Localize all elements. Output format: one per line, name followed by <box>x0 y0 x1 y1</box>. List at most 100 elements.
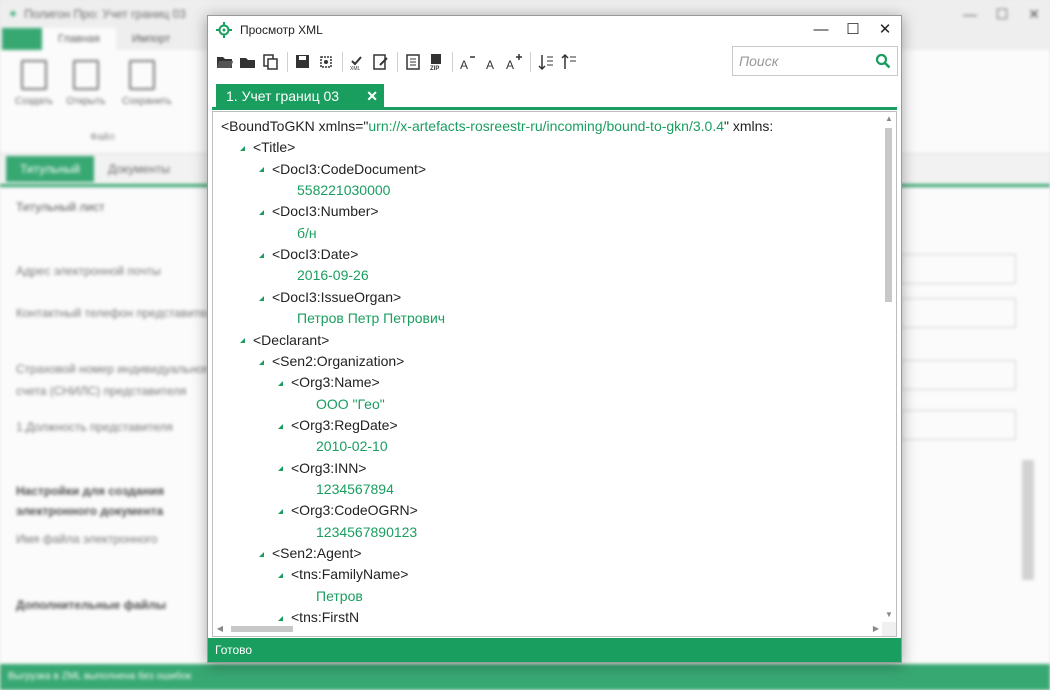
xml-tag: <tns:FirstN <box>291 609 360 622</box>
scroll-down-icon[interactable]: ▼ <box>882 608 896 622</box>
expand-triangle-icon[interactable] <box>240 338 245 344</box>
xml-node-line[interactable]: <DocI3:IssueOrgan> <box>259 287 401 308</box>
tab-close-icon[interactable]: ✕ <box>366 84 378 108</box>
scroll-right-icon[interactable]: ▶ <box>869 622 883 636</box>
expand-triangle-icon[interactable] <box>259 551 264 557</box>
xml-node-line[interactable]: <Sen2:Agent> <box>259 543 362 564</box>
dialog-titlebar[interactable]: Просмотр XML — ☐ ✕ <box>208 16 901 44</box>
close-button[interactable]: ✕ <box>869 16 901 44</box>
expand-all-button[interactable] <box>535 51 556 73</box>
bg-doc-tab-title[interactable]: Титульный <box>6 156 95 182</box>
expand-triangle-icon[interactable] <box>278 466 283 472</box>
bg-status-bar: Выгрузка в ZML выполнена без ошибок <box>0 664 1050 690</box>
zip-button[interactable]: ZIP <box>425 51 446 73</box>
xml-node-line[interactable]: <Sen2:Organization> <box>259 351 404 372</box>
xml-node-line[interactable]: <Org3:INN> <box>278 458 366 479</box>
collapse-all-button[interactable] <box>558 51 579 73</box>
search-icon[interactable] <box>875 53 891 69</box>
edit-button[interactable] <box>370 51 391 73</box>
file-menu-button[interactable] <box>2 28 42 50</box>
expand-triangle-icon[interactable] <box>259 295 264 301</box>
xml-node-line[interactable]: <BoundToGKN xmlns="urn://x-artefacts-ros… <box>221 116 773 137</box>
bg-tab-import[interactable]: Импорт <box>116 28 186 50</box>
xml-value-line[interactable]: ООО "Гео" <box>316 394 385 415</box>
open-folder-button[interactable] <box>237 51 258 73</box>
bg-create-button[interactable]: Создать <box>14 60 54 107</box>
dialog-status-bar: Готово <box>208 638 901 662</box>
validate-xml-button[interactable]: XML <box>347 51 368 73</box>
expand-triangle-icon[interactable] <box>240 146 245 152</box>
bg-row-settings2: электронного документа <box>16 504 164 518</box>
expand-triangle-icon[interactable] <box>259 167 264 173</box>
bg-open-button[interactable]: Открыть <box>66 60 106 107</box>
save-button[interactable] <box>292 51 313 73</box>
bg-close-button[interactable]: ✕ <box>1018 0 1050 28</box>
bg-row-extra-files: Дополнительные файлы <box>16 598 167 612</box>
bg-field-4[interactable] <box>900 410 1016 440</box>
expand-triangle-icon[interactable] <box>278 380 283 386</box>
xml-value-line[interactable]: 2016-09-26 <box>297 265 369 286</box>
bg-field-3[interactable] <box>900 360 1016 390</box>
xml-value-line[interactable]: Петров <box>316 586 363 607</box>
xml-node-line[interactable]: <Title> <box>240 137 295 158</box>
xml-node-line[interactable]: <tns:FamilyName> <box>278 564 408 585</box>
xml-value-line[interactable]: 1234567890123 <box>316 522 417 543</box>
maximize-button[interactable]: ☐ <box>837 16 869 44</box>
font-reset-button[interactable]: A <box>480 51 501 73</box>
open-file-button[interactable] <box>214 51 235 73</box>
xml-value-line[interactable]: б/н <box>297 223 317 244</box>
bg-tab-main[interactable]: Главная <box>42 28 116 50</box>
fit-button[interactable] <box>315 51 336 73</box>
bg-doc-tab-documents[interactable]: Документы <box>94 156 184 182</box>
xml-node-line[interactable]: <Declarant> <box>240 330 329 351</box>
expand-triangle-icon[interactable] <box>278 423 283 429</box>
search-box[interactable] <box>732 46 898 76</box>
xml-value-line[interactable]: 2010-02-10 <box>316 436 388 457</box>
bg-row-settings1: Настройки для создания <box>16 484 164 498</box>
bg-field-2[interactable] <box>900 298 1016 328</box>
vertical-scrollbar[interactable]: ▲ ▼ <box>882 112 896 622</box>
expand-triangle-icon[interactable] <box>259 252 264 258</box>
xml-tree-viewer[interactable]: <BoundToGKN xmlns="urn://x-artefacts-ros… <box>212 111 897 637</box>
xml-node-line[interactable]: <Org3:CodeOGRN> <box>278 500 418 521</box>
bg-section-title: Титульный лист <box>16 200 105 214</box>
font-decrease-button[interactable]: A <box>457 51 478 73</box>
horizontal-scrollbar[interactable]: ◀ ▶ <box>213 622 883 636</box>
save-icon <box>295 55 309 68</box>
xml-tag-tail: " xmlns: <box>724 118 774 134</box>
expand-triangle-icon[interactable] <box>278 509 283 515</box>
bg-scrollbar[interactable] <box>1022 460 1034 580</box>
expand-triangle-icon[interactable] <box>278 615 283 621</box>
bg-save-button[interactable]: Сохранить <box>122 60 172 107</box>
xml-node-line[interactable]: <DocI3:Date> <box>259 244 358 265</box>
expand-triangle-icon[interactable] <box>259 359 264 365</box>
bg-minimize-button[interactable]: — <box>954 0 986 28</box>
tab-document[interactable]: 1. Учет границ 03 ✕ <box>216 84 384 108</box>
xml-value: 1234567894 <box>316 480 394 497</box>
vertical-scroll-thumb[interactable] <box>885 128 892 302</box>
expand-triangle-icon[interactable] <box>278 573 283 579</box>
xml-node-line[interactable]: <Org3:RegDate> <box>278 415 398 436</box>
bg-row-phone: Контактный телефон представителя <box>16 306 220 320</box>
font-increase-button[interactable]: A <box>503 51 524 73</box>
search-input[interactable] <box>733 53 869 69</box>
bg-maximize-button[interactable]: ☐ <box>986 0 1018 28</box>
horizontal-scroll-thumb[interactable] <box>231 626 293 632</box>
copy-button[interactable] <box>260 51 281 73</box>
xml-node-line[interactable]: <Org3:Name> <box>278 372 380 393</box>
scroll-left-icon[interactable]: ◀ <box>213 622 227 636</box>
xml-value-line[interactable]: 558221030000 <box>297 180 390 201</box>
xml-node-line[interactable]: <DocI3:CodeDocument> <box>259 159 426 180</box>
document-button[interactable] <box>402 51 423 73</box>
xml-value-line[interactable]: Петров Петр Петрович <box>297 308 445 329</box>
xml-node-line[interactable]: <tns:FirstN <box>278 607 359 622</box>
minimize-button[interactable]: — <box>805 16 837 44</box>
xml-value-line[interactable]: 1234567894 <box>316 479 394 500</box>
scroll-up-icon[interactable]: ▲ <box>882 112 896 126</box>
bg-open-label: Открыть <box>66 96 106 107</box>
collapse-all-icon <box>560 53 576 69</box>
bg-row-email: Адрес электронной почты <box>16 264 161 278</box>
expand-triangle-icon[interactable] <box>259 210 264 216</box>
bg-field-1[interactable] <box>900 254 1016 284</box>
xml-node-line[interactable]: <DocI3:Number> <box>259 201 379 222</box>
